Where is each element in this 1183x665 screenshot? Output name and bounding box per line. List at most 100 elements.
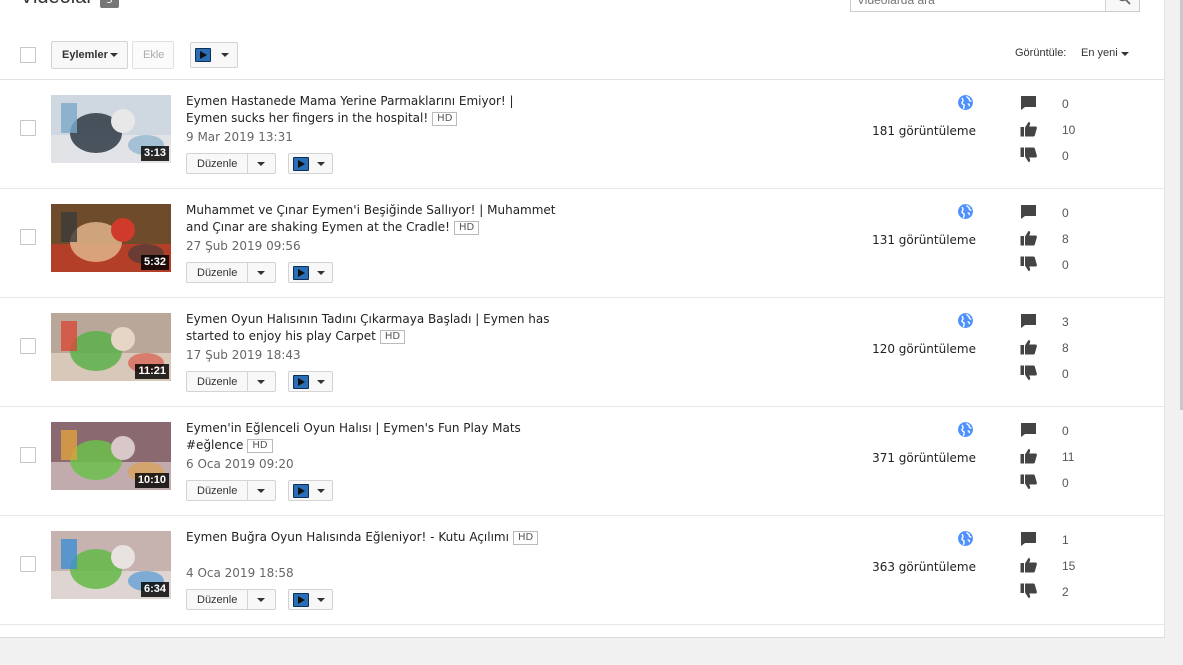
video-title[interactable]: Eymen'in Eğlenceli Oyun Halısı | Eymen's… (186, 420, 556, 454)
extension-menu-button[interactable] (288, 589, 333, 610)
video-title-text[interactable]: Eymen Buğra Oyun Halısında Eğleniyor! - … (186, 530, 509, 544)
video-title-text[interactable]: Eymen Hastanede Mama Yerine Parmaklarını… (186, 94, 514, 125)
thumbs-up-icon[interactable] (1020, 557, 1038, 573)
row-checkbox[interactable] (20, 447, 36, 463)
row-checkbox[interactable] (20, 120, 36, 136)
hd-badge: HD (432, 112, 458, 126)
video-title-text[interactable]: Eymen'in Eğlenceli Oyun Halısı | Eymen's… (186, 421, 521, 452)
edit-button[interactable]: Düzenle (186, 153, 276, 174)
comment-count: 3 (1062, 315, 1069, 329)
thumbs-up-icon[interactable] (1020, 121, 1038, 137)
extension-menu-button[interactable] (288, 262, 333, 283)
view-count: 363 görüntüleme (872, 560, 976, 574)
edit-button-label: Düzenle (197, 594, 238, 606)
extension-logo-icon (293, 484, 309, 498)
video-title-text[interactable]: Muhammet ve Çınar Eymen'i Beşiğinde Sall… (186, 203, 556, 234)
public-globe-icon[interactable] (957, 421, 974, 438)
video-duration: 10:10 (134, 473, 169, 488)
dislike-count: 2 (1062, 585, 1069, 599)
actions-button[interactable]: Eylemler (51, 41, 128, 69)
public-globe-icon[interactable] (957, 530, 974, 547)
video-title[interactable]: Eymen Oyun Halısının Tadını Çıkarmaya Ba… (186, 311, 556, 345)
video-thumbnail[interactable]: 3:13 (51, 95, 171, 163)
divider (247, 154, 248, 173)
comment-icon[interactable] (1020, 313, 1038, 329)
edit-button[interactable]: Düzenle (186, 371, 276, 392)
comment-icon[interactable] (1020, 204, 1038, 220)
sort-select[interactable]: En yeni (1081, 47, 1118, 59)
extension-menu-button[interactable] (190, 42, 238, 68)
thumbs-down-icon[interactable] (1020, 365, 1038, 381)
dislike-count: 0 (1062, 258, 1069, 272)
dislike-count: 0 (1062, 149, 1069, 163)
add-button-label: Ekle (143, 49, 165, 61)
thumbs-up-icon[interactable] (1020, 339, 1038, 355)
chevron-down-icon[interactable] (257, 598, 265, 602)
public-globe-icon[interactable] (957, 203, 974, 220)
video-title-text[interactable]: Eymen Oyun Halısının Tadını Çıkarmaya Ba… (186, 312, 550, 343)
hd-badge: HD (247, 439, 273, 453)
chevron-down-icon (317, 380, 325, 384)
row-checkbox[interactable] (20, 338, 36, 354)
upload-date: 17 Şub 2019 18:43 (186, 348, 301, 362)
actions-button-label: Eylemler (62, 49, 108, 61)
search-input[interactable] (857, 0, 1097, 9)
public-globe-icon[interactable] (957, 312, 974, 329)
chevron-down-icon[interactable] (257, 380, 265, 384)
thumbs-down-icon[interactable] (1020, 256, 1038, 272)
video-title[interactable]: Eymen Hastanede Mama Yerine Parmaklarını… (186, 93, 556, 127)
chevron-down-icon (317, 162, 325, 166)
thumbs-down-icon[interactable] (1020, 583, 1038, 599)
divider (0, 624, 1165, 625)
comment-count: 0 (1062, 206, 1069, 220)
video-row: 3:13 Eymen Hastanede Mama Yerine Parmakl… (0, 80, 1165, 189)
chevron-down-icon[interactable] (257, 271, 265, 275)
dislike-count: 0 (1062, 367, 1069, 381)
thumbs-up-icon[interactable] (1020, 230, 1038, 246)
video-thumbnail[interactable]: 11:21 (51, 313, 171, 381)
upload-date: 27 Şub 2019 09:56 (186, 239, 301, 253)
like-count: 15 (1062, 559, 1076, 573)
row-checkbox[interactable] (20, 229, 36, 245)
video-title[interactable]: Muhammet ve Çınar Eymen'i Beşiğinde Sall… (186, 202, 556, 236)
divider (247, 263, 248, 282)
add-button[interactable]: Ekle (132, 41, 174, 69)
edit-button[interactable]: Düzenle (186, 262, 276, 283)
page-title: Videolar (20, 0, 93, 9)
like-count: 8 (1062, 232, 1069, 246)
edit-button[interactable]: Düzenle (186, 480, 276, 501)
video-thumbnail[interactable]: 10:10 (51, 422, 171, 490)
extension-menu-button[interactable] (288, 153, 333, 174)
divider (247, 372, 248, 391)
comment-icon[interactable] (1020, 95, 1038, 111)
edit-button[interactable]: Düzenle (186, 589, 276, 610)
extension-logo-icon (195, 48, 211, 62)
extension-menu-button[interactable] (288, 371, 333, 392)
thumbs-down-icon[interactable] (1020, 147, 1038, 163)
chevron-down-icon[interactable] (257, 489, 265, 493)
video-thumbnail[interactable]: 5:32 (51, 204, 171, 272)
chevron-down-icon (317, 598, 325, 602)
public-globe-icon[interactable] (957, 94, 974, 111)
video-thumbnail[interactable]: 6:34 (51, 531, 171, 599)
upload-date: 9 Mar 2019 13:31 (186, 130, 293, 144)
video-row: 11:21 Eymen Oyun Halısının Tadını Çıkarm… (0, 298, 1165, 407)
comment-icon[interactable] (1020, 531, 1038, 547)
video-row: 5:32 Muhammet ve Çınar Eymen'i Beşiğinde… (0, 189, 1165, 298)
thumbs-down-icon[interactable] (1020, 474, 1038, 490)
select-all-checkbox[interactable] (20, 47, 36, 63)
row-checkbox[interactable] (20, 556, 36, 572)
like-count: 10 (1062, 123, 1076, 137)
chevron-down-icon[interactable] (257, 162, 265, 166)
comment-count: 0 (1062, 424, 1069, 438)
thumbs-up-icon[interactable] (1020, 448, 1038, 464)
search-box (850, 0, 1140, 12)
comment-icon[interactable] (1020, 422, 1038, 438)
like-count: 8 (1062, 341, 1069, 355)
extension-menu-button[interactable] (288, 480, 333, 501)
video-title[interactable]: Eymen Buğra Oyun Halısında Eğleniyor! - … (186, 529, 556, 546)
chevron-down-icon[interactable] (1121, 52, 1129, 56)
search-button[interactable] (1105, 0, 1139, 11)
view-count: 371 görüntüleme (872, 451, 976, 465)
view-label: Görüntüle: (1015, 47, 1067, 59)
